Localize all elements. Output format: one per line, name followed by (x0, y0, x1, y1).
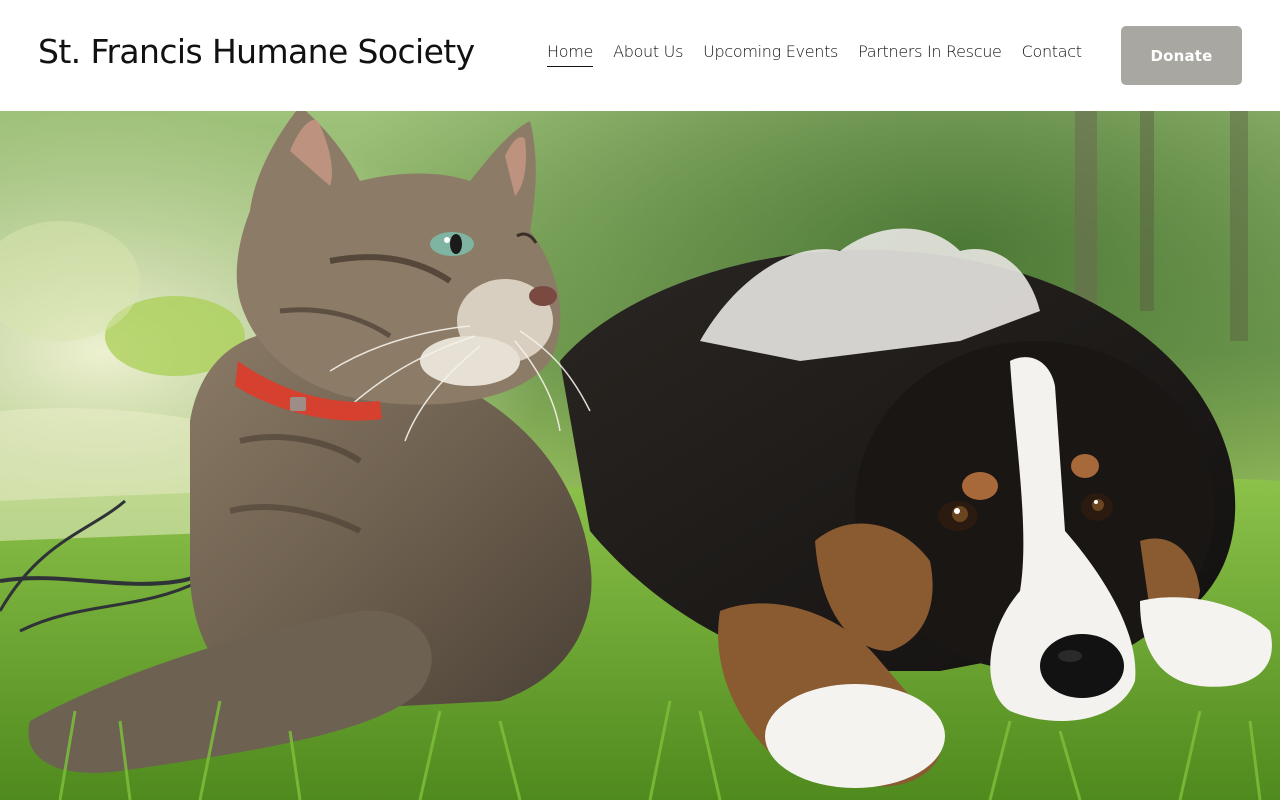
site-title[interactable]: St. Francis Humane Society (38, 32, 475, 71)
nav-link-about-us[interactable]: About Us (613, 42, 683, 67)
donate-button[interactable]: Donate (1121, 26, 1242, 85)
site-header: St. Francis Humane Society Home About Us… (0, 0, 1280, 111)
nav-link-partners-in-rescue[interactable]: Partners In Rescue (858, 42, 1002, 67)
nav-link-contact[interactable]: Contact (1022, 42, 1082, 67)
hero-image-cat-and-dog (0, 111, 1280, 800)
nav-link-upcoming-events[interactable]: Upcoming Events (703, 42, 838, 67)
hero-banner (0, 111, 1280, 800)
nav-link-home[interactable]: Home (547, 42, 593, 67)
main-nav: Home About Us Upcoming Events Partners I… (547, 42, 1082, 67)
